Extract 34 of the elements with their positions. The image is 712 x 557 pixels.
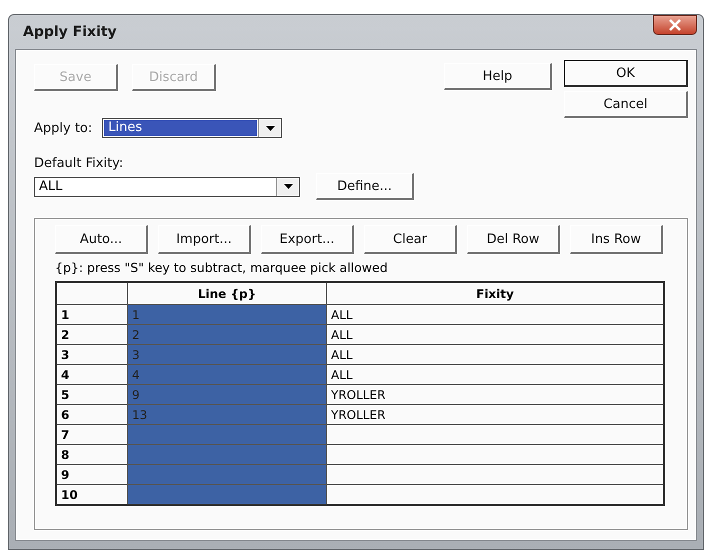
dropdown-arrow-icon (284, 184, 292, 189)
close-icon (668, 19, 682, 31)
row-number: 3 (56, 344, 128, 364)
cancel-button[interactable]: Cancel (564, 91, 688, 118)
auto-button[interactable]: Auto... (55, 225, 148, 254)
import-button[interactable]: Import... (158, 225, 251, 254)
apply-to-dropdown[interactable]: Lines (102, 118, 282, 138)
row-number: 6 (56, 404, 128, 424)
corner-cell (56, 282, 128, 304)
window-title: Apply Fixity (23, 24, 117, 40)
dropdown-arrow-icon (266, 126, 275, 130)
table-cell[interactable] (128, 464, 326, 484)
delete-row-button[interactable]: Del Row (467, 225, 560, 254)
help-button[interactable]: Help (444, 63, 552, 90)
row-number: 4 (56, 364, 128, 384)
row-number: 9 (56, 464, 128, 484)
export-button[interactable]: Export... (261, 225, 354, 254)
table-cell[interactable] (128, 444, 326, 464)
define-button[interactable]: Define... (316, 173, 414, 200)
row-number: 5 (56, 384, 128, 404)
default-fixity-dropdown[interactable]: ALL (34, 176, 300, 196)
hint-text: {p}: press "S" key to subtract, marquee pick allowed (55, 260, 389, 275)
row-number: 1 (56, 304, 128, 324)
table-cell[interactable] (128, 424, 326, 444)
clear-button[interactable]: Clear (364, 225, 457, 254)
insert-row-button[interactable]: Ins Row (570, 225, 663, 254)
row-number: 7 (56, 424, 128, 444)
table-cell[interactable] (128, 484, 326, 505)
default-fixity-label: Default Fixity: (34, 156, 124, 171)
ok-button[interactable]: OK (564, 60, 688, 87)
row-number: 2 (56, 324, 128, 344)
apply-to-label: Apply to: (34, 120, 92, 136)
row-number: 8 (56, 444, 128, 464)
close-button[interactable] (653, 15, 697, 35)
